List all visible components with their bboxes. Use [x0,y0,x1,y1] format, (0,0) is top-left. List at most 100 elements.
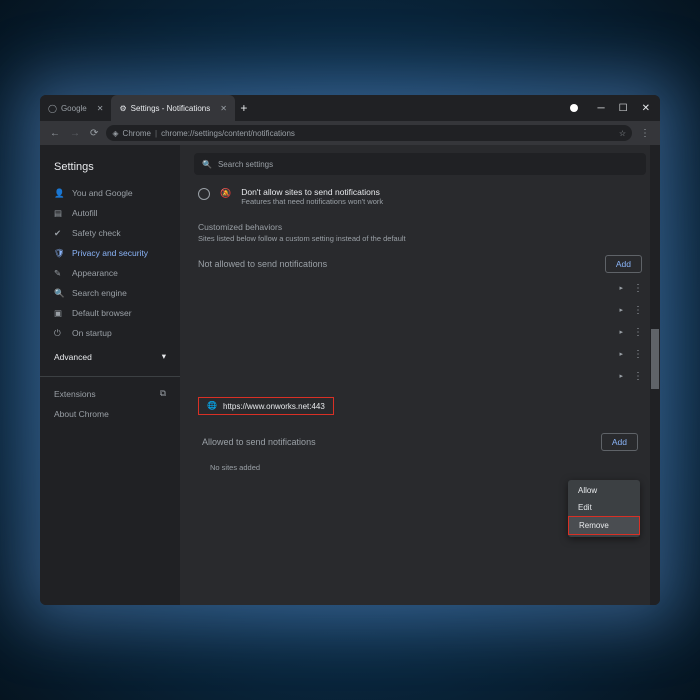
add-button[interactable]: Add [601,433,638,451]
url-text: chrome://settings/content/notifications [161,129,295,138]
site-row: ▸ ⋮ [194,365,646,387]
site-row: ▸ ⋮ [194,321,646,343]
sidebar-item-label: Privacy and security [72,248,148,258]
chevron-right-icon[interactable]: ▸ [619,306,623,314]
more-icon[interactable]: ⋮ [633,349,642,360]
globe-icon: 🌐 [207,401,217,411]
browser-icon: ▣ [54,308,64,318]
chevron-right-icon[interactable]: ▸ [619,284,623,292]
close-icon[interactable]: ✕ [642,103,650,114]
globe-icon: ◯ [48,104,57,113]
site-row: ▸ ⋮ [194,343,646,365]
chevron-down-icon: ▾ [162,351,166,362]
autofill-icon: ▤ [54,208,64,218]
tab-settings[interactable]: ⚙ Settings - Notifications ✕ [111,95,234,121]
toolbar: ← → ⟳ ◈ Chrome | chrome://settings/conte… [40,121,660,145]
sidebar-item-you-and-google[interactable]: 👤 You and Google [40,183,180,203]
sidebar-item-appearance[interactable]: ✎ Appearance [40,263,180,283]
maximize-icon[interactable]: ☐ [619,103,628,114]
menu-item-edit[interactable]: Edit [568,499,640,516]
search-placeholder: Search settings [218,160,273,169]
sidebar-item-label: Appearance [72,268,118,278]
page-title: Settings [40,155,180,183]
customized-subtitle: Sites listed below follow a custom setti… [194,234,646,251]
forward-icon[interactable]: → [68,128,82,139]
site-row-highlighted[interactable]: 🌐 https://www.onworks.net:443 [198,397,334,415]
extensions-label: Extensions [54,389,96,399]
tab-google[interactable]: ◯ Google ✕ [40,95,111,121]
sidebar-item-safety-check[interactable]: ✔ Safety check [40,223,180,243]
sidebar-item-on-startup[interactable]: ⏻ On startup [40,323,180,343]
close-icon[interactable]: ✕ [220,104,227,113]
about-label: About Chrome [54,409,109,419]
back-icon[interactable]: ← [48,128,62,139]
radio-icon[interactable] [198,188,210,200]
tab-label: Settings - Notifications [131,104,211,113]
bookmark-icon[interactable]: ☆ [619,129,626,138]
sidebar-item-label: Search engine [72,288,127,298]
bell-off-icon: 🔕 [220,188,231,199]
shield-check-icon: ✔ [54,228,64,238]
allowed-header: Allowed to send notifications Add [198,429,642,455]
advanced-label: Advanced [54,352,92,362]
tabstrip: ◯ Google ✕ ⚙ Settings - Notifications ✕ … [40,95,253,121]
sidebar-item-search-engine[interactable]: 🔍 Search engine [40,283,180,303]
sidebar-item-label: Safety check [72,228,121,238]
chrome-window: ◯ Google ✕ ⚙ Settings - Notifications ✕ … [40,95,660,605]
scrollbar[interactable] [650,145,660,605]
close-icon[interactable]: ✕ [97,104,104,113]
chevron-right-icon[interactable]: ▸ [619,328,623,336]
paint-icon: ✎ [54,268,64,278]
settings-scroll[interactable]: 🔕 Don't allow sites to send notification… [180,181,660,605]
chevron-right-icon[interactable]: ▸ [619,350,623,358]
menu-item-allow[interactable]: Allow [568,482,640,499]
sidebar-about-chrome[interactable]: About Chrome [40,404,180,424]
sidebar-extensions[interactable]: Extensions ⧉ [40,383,180,404]
open-external-icon: ⧉ [160,388,166,399]
customized-heading: Customized behaviors [194,212,646,234]
more-icon[interactable]: ⋮ [633,327,642,338]
reload-icon[interactable]: ⟳ [88,128,100,139]
person-icon: 👤 [54,188,64,198]
more-icon[interactable]: ⋮ [633,305,642,316]
new-tab-button[interactable]: + [235,95,253,121]
chevron-right-icon[interactable]: ▸ [619,372,623,380]
minimize-icon[interactable]: ─ [598,103,605,114]
gear-icon: ⚙ [119,104,126,113]
site-row: ▸ ⋮ [194,299,646,321]
sidebar-item-autofill[interactable]: ▤ Autofill [40,203,180,223]
window-controls: ─ ☐ ✕ [570,103,660,114]
sidebar-advanced-toggle[interactable]: Advanced ▾ [40,343,180,370]
search-icon: 🔍 [202,160,212,169]
profile-avatar[interactable] [570,104,578,112]
more-icon[interactable]: ⋮ [633,371,642,382]
sidebar-item-privacy[interactable]: 🛡 Privacy and security [40,243,180,263]
sidebar-item-label: Default browser [72,308,132,318]
more-icon[interactable]: ⋮ [633,283,642,294]
sidebar-item-label: On startup [72,328,112,338]
divider [40,376,180,377]
sidebar-item-default-browser[interactable]: ▣ Default browser [40,303,180,323]
scrollbar-thumb[interactable] [651,329,659,389]
menu-item-remove[interactable]: Remove [568,516,640,535]
not-allowed-header: Not allowed to send notifications Add [194,251,646,277]
not-allowed-heading: Not allowed to send notifications [198,259,327,269]
site-row: ▸ ⋮ [194,277,646,299]
settings-sidebar: Settings 👤 You and Google ▤ Autofill ✔ S… [40,145,180,605]
scheme-label: Chrome [123,129,151,138]
settings-main: 🔍 Search settings 🔕 Don't allow sites to… [180,145,660,605]
search-settings-input[interactable]: 🔍 Search settings [194,153,646,175]
menu-icon[interactable]: ⋮ [638,128,652,139]
content: Settings 👤 You and Google ▤ Autofill ✔ S… [40,145,660,605]
tab-label: Google [61,104,87,113]
radio-title: Don't allow sites to send notifications [241,187,383,197]
search-icon: 🔍 [54,288,64,298]
allowed-heading: Allowed to send notifications [202,437,316,447]
empty-state: No sites added [198,455,642,480]
address-bar[interactable]: ◈ Chrome | chrome://settings/content/not… [106,125,632,141]
add-button[interactable]: Add [605,255,642,273]
sidebar-item-label: Autofill [72,208,98,218]
radio-dont-allow[interactable]: 🔕 Don't allow sites to send notification… [194,181,646,212]
sidebar-item-label: You and Google [72,188,133,198]
power-icon: ⏻ [54,328,64,338]
